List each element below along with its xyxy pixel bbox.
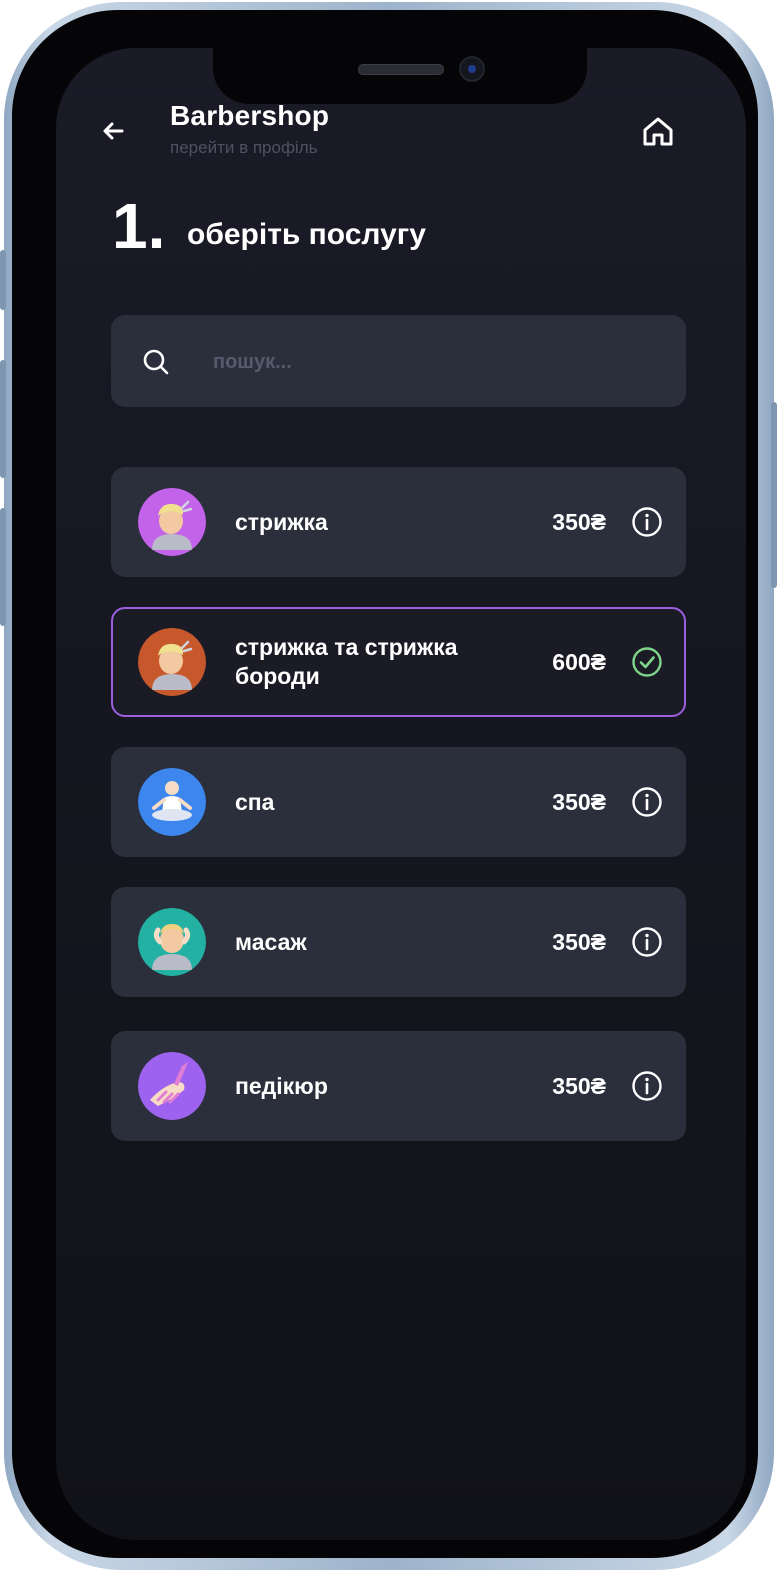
haircut-person-icon (138, 488, 206, 556)
arrow-left-icon (103, 122, 124, 140)
service-price: 350₴ (552, 1072, 606, 1099)
info-icon[interactable] (630, 1069, 664, 1103)
check-circle-icon[interactable] (630, 645, 664, 679)
service-name: масаж (235, 928, 307, 955)
service-price: 350₴ (552, 788, 606, 815)
service-card-spa[interactable]: спа 350₴ (111, 747, 686, 857)
service-price: 350₴ (552, 508, 606, 535)
info-icon[interactable] (630, 925, 664, 959)
service-avatar (138, 908, 206, 976)
service-avatar (138, 768, 206, 836)
front-camera (459, 56, 485, 82)
info-icon[interactable] (630, 505, 664, 539)
haircut-beard-person-icon (138, 628, 206, 696)
side-button-volume-down (0, 508, 6, 626)
service-avatar (138, 628, 206, 696)
home-button[interactable] (640, 114, 676, 150)
search-input[interactable] (211, 341, 655, 383)
service-card-pedicure[interactable]: педікюр 350₴ (111, 1031, 686, 1141)
service-card-haircut[interactable]: стрижка 350₴ (111, 467, 686, 577)
speaker-grille (358, 64, 444, 75)
service-name: педікюр (235, 1072, 328, 1099)
search-bar[interactable] (111, 315, 686, 407)
side-button-mute (0, 250, 6, 310)
notch (213, 48, 587, 104)
service-card-massage[interactable]: масаж 350₴ (111, 887, 686, 997)
service-name: стрижка (235, 508, 328, 535)
app-screen: Barbershop перейти в профіль 1. оберіть … (56, 48, 746, 1540)
meditating-person-icon (138, 768, 206, 836)
face-massage-icon (138, 908, 206, 976)
back-button[interactable] (96, 114, 130, 148)
nail-polish-icon (138, 1052, 206, 1120)
phone-bezel: Barbershop перейти в профіль 1. оберіть … (12, 10, 758, 1558)
service-card-haircut-beard[interactable]: стрижка та стрижка бороди 600₴ (111, 607, 686, 717)
step-title: оберіть послугу (187, 218, 426, 251)
page-title: Barbershop (170, 100, 330, 131)
side-button-power (771, 402, 777, 588)
service-name: спа (235, 788, 275, 815)
info-icon[interactable] (630, 785, 664, 819)
step-number: 1. (112, 190, 166, 262)
profile-link[interactable]: перейти в профіль (170, 138, 317, 158)
home-icon (643, 117, 673, 146)
side-button-volume-up (0, 360, 6, 478)
service-name: стрижка та стрижка бороди (235, 634, 458, 689)
service-avatar (138, 488, 206, 556)
search-icon (143, 349, 169, 375)
service-price: 600₴ (552, 648, 606, 675)
service-price: 350₴ (552, 928, 606, 955)
service-avatar (138, 1052, 206, 1120)
